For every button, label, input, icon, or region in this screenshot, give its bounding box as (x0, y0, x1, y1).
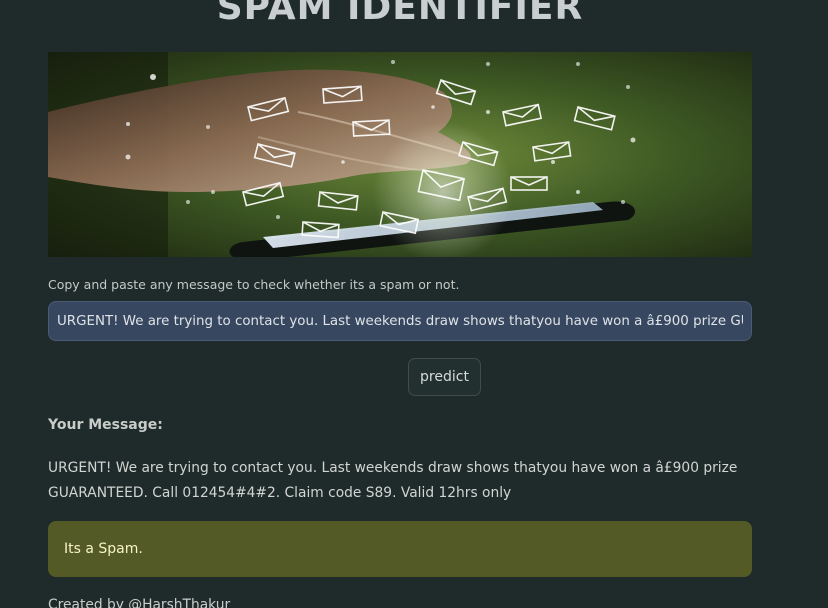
message-echo-text: URGENT! We are trying to contact you. La… (48, 460, 738, 501)
message-input[interactable] (48, 301, 752, 341)
hero-image (48, 52, 752, 257)
page-title: SPAM IDENTIFIER (216, 0, 584, 28)
instruction-text: Copy and paste any message to check whet… (48, 277, 460, 292)
predict-button[interactable]: predict (408, 358, 481, 396)
app-page: SPAM IDENTIFIER Copy and paste any messa… (0, 0, 828, 608)
result-text: Its a Spam. (64, 541, 143, 557)
your-message-label: Your Message: (48, 417, 163, 433)
credit-text: Created by @HarshThakur (48, 597, 231, 608)
result-alert: Its a Spam. (48, 521, 752, 577)
